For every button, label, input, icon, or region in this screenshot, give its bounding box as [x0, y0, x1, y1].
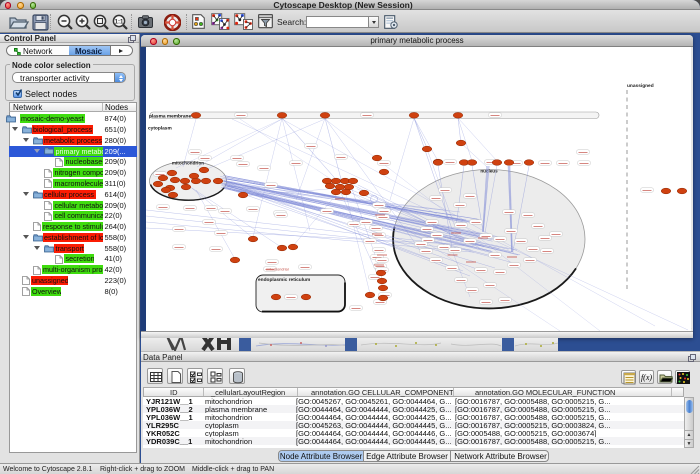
svg-text:unassigned: unassigned — [627, 83, 654, 89]
svg-text:plasma membrane: plasma membrane — [149, 113, 191, 119]
svg-text:mitochondrial: mitochondrial — [266, 268, 289, 272]
svg-text:cytoplasm: cytoplasm — [148, 126, 172, 132]
svg-text:mitochondrion: mitochondrion — [172, 161, 204, 166]
svg-text:1:1: 1:1 — [115, 20, 124, 26]
svg-text:endoplasmic reticulum: endoplasmic reticulum — [258, 277, 310, 283]
